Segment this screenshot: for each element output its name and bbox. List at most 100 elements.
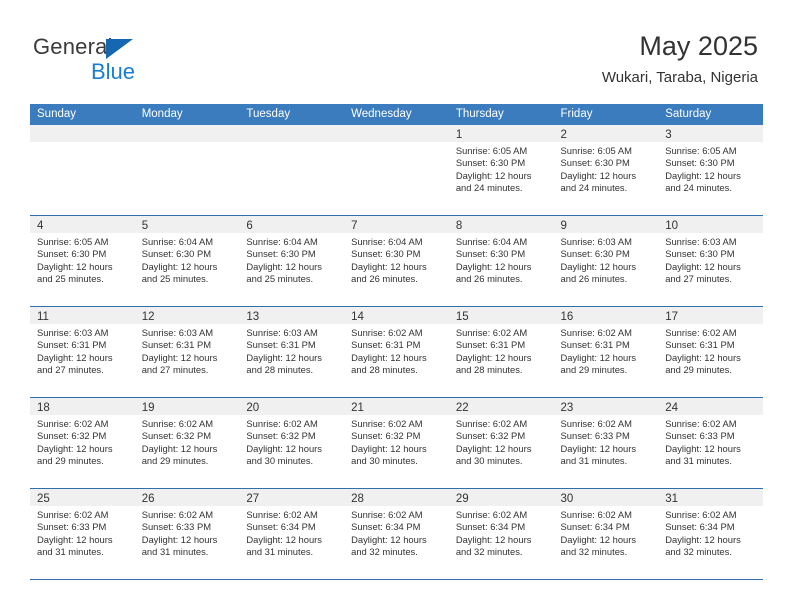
daylight-text-line2: and 24 minutes. xyxy=(455,182,523,194)
day-number: 5 xyxy=(141,220,149,232)
daylight-text-line1: Daylight: 12 hours xyxy=(665,351,741,363)
sun-info: Sunrise: 6:04 AM Sunset: 6:30 PM Daylight:… xyxy=(344,233,449,286)
sun-info: Sunrise: 6:02 AM Sunset: 6:32 PM Daylight:… xyxy=(344,415,449,468)
sunset-text: Sunset: 6:32 PM xyxy=(351,430,421,442)
calendar-day-cell[interactable]: 18 Sunrise: 6:02 AM Sunset: 6:32 PM Dayligh… xyxy=(30,398,135,488)
day-number: 13 xyxy=(246,311,260,323)
calendar-day-cell[interactable]: 14 Sunrise: 6:02 AM Sunset: 6:31 PM Dayligh… xyxy=(344,307,449,397)
page-subtitle: Wukari, Taraba, Nigeria xyxy=(601,69,758,86)
day-number-band: 24 xyxy=(658,398,763,415)
daylight-text-line2: and 32 minutes. xyxy=(665,546,732,558)
sunset-text: Sunset: 6:30 PM xyxy=(560,248,630,260)
calendar-day-cell[interactable]: 8 Sunrise: 6:04 AM Sunset: 6:30 PM Daylight… xyxy=(448,216,554,306)
daylight-text-line2: and 32 minutes. xyxy=(560,546,628,558)
sunset-text: Sunset: 6:30 PM xyxy=(351,248,421,260)
day-number: 9 xyxy=(560,220,567,232)
day-number: 21 xyxy=(351,402,364,414)
sunrise-text: Sunrise: 6:05 AM xyxy=(37,236,109,247)
daylight-text-line2: and 31 minutes. xyxy=(560,455,628,467)
day-number-band: 10 xyxy=(658,216,763,233)
calendar-week-row: 25 Sunrise: 6:02 AM Sunset: 6:33 PM Dayligh… xyxy=(30,488,763,579)
calendar-day-cell[interactable]: 25 Sunrise: 6:02 AM Sunset: 6:33 PM Dayligh… xyxy=(30,489,135,579)
sunset-text: Sunset: 6:31 PM xyxy=(246,339,316,351)
calendar-day-cell[interactable]: 16 Sunrise: 6:02 AM Sunset: 6:31 PM Dayligh… xyxy=(553,307,659,397)
daylight-text-line2: and 31 minutes. xyxy=(37,546,104,558)
calendar-day-cell[interactable]: 28 Sunrise: 6:02 AM Sunset: 6:34 PM Dayligh… xyxy=(344,489,449,579)
sun-info: Sunrise: 6:02 AM Sunset: 6:34 PM Daylight:… xyxy=(344,506,449,559)
calendar-day-cell[interactable]: 5 Sunrise: 6:04 AM Sunset: 6:30 PM Daylight… xyxy=(134,216,240,306)
sunrise-text: Sunrise: 6:05 AM xyxy=(665,145,737,156)
sun-info: Sunrise: 6:02 AM Sunset: 6:31 PM Daylight:… xyxy=(554,324,659,377)
calendar-day-cell[interactable]: 4 Sunrise: 6:05 AM Sunset: 6:30 PM Daylight… xyxy=(30,216,135,306)
sunrise-text: Sunrise: 6:05 AM xyxy=(560,145,632,156)
sunset-text: Sunset: 6:31 PM xyxy=(455,339,526,351)
daylight-text-line1: Daylight: 12 hours xyxy=(37,351,113,363)
sun-info: Sunrise: 6:02 AM Sunset: 6:34 PM Daylight:… xyxy=(554,506,659,559)
calendar-day-cell[interactable]: 24 Sunrise: 6:02 AM Sunset: 6:33 PM Dayligh… xyxy=(658,398,763,488)
calendar-day-cell[interactable]: 2 Sunrise: 6:05 AM Sunset: 6:30 PM Daylight… xyxy=(553,125,659,215)
daylight-text-line1: Daylight: 12 hours xyxy=(37,442,113,454)
brand-logo[interactable]: General Blue xyxy=(33,34,213,86)
calendar-day-cell[interactable]: 15 Sunrise: 6:02 AM Sunset: 6:31 PM Dayligh… xyxy=(448,307,554,397)
calendar-day-cell[interactable]: 31 Sunrise: 6:02 AM Sunset: 6:34 PM Dayligh… xyxy=(658,489,763,579)
daylight-text-line2: and 31 minutes. xyxy=(141,546,209,558)
sun-info: Sunrise: 6:02 AM Sunset: 6:32 PM Daylight:… xyxy=(239,415,344,468)
daylight-text-line2: and 28 minutes. xyxy=(351,364,418,376)
calendar-day-cell[interactable]: 7 Sunrise: 6:04 AM Sunset: 6:30 PM Daylight… xyxy=(344,216,449,306)
day-number-band: 25 xyxy=(30,489,135,506)
calendar-day-cell-empty xyxy=(30,125,135,215)
calendar-day-cell[interactable]: 1 Sunrise: 6:05 AM Sunset: 6:30 PM Daylight… xyxy=(448,125,554,215)
daylight-text-line2: and 25 minutes. xyxy=(37,273,104,285)
calendar-day-cell[interactable]: 29 Sunrise: 6:02 AM Sunset: 6:34 PM Dayligh… xyxy=(448,489,554,579)
weekday-header-sunday: Sunday xyxy=(37,108,77,120)
day-number-band: 23 xyxy=(553,398,659,415)
daylight-text-line1: Daylight: 12 hours xyxy=(560,442,637,454)
daylight-text-line2: and 24 minutes. xyxy=(665,182,732,194)
calendar-day-cell[interactable]: 12 Sunrise: 6:03 AM Sunset: 6:31 PM Dayligh… xyxy=(134,307,240,397)
calendar-weeks: 1 Sunrise: 6:05 AM Sunset: 6:30 PM Daylight… xyxy=(30,125,763,579)
calendar-day-cell[interactable]: 11 Sunrise: 6:03 AM Sunset: 6:31 PM Dayligh… xyxy=(30,307,135,397)
day-number: 2 xyxy=(560,129,567,141)
sunset-text: Sunset: 6:32 PM xyxy=(141,430,212,442)
daylight-text-line1: Daylight: 12 hours xyxy=(141,260,218,272)
sun-info: Sunrise: 6:04 AM Sunset: 6:30 PM Daylight:… xyxy=(449,233,554,286)
sunset-text: Sunset: 6:33 PM xyxy=(665,430,735,442)
sunset-text: Sunset: 6:33 PM xyxy=(37,521,107,533)
sunrise-text: Sunrise: 6:02 AM xyxy=(37,509,109,520)
daylight-text-line1: Daylight: 12 hours xyxy=(455,533,532,545)
calendar-day-cell[interactable]: 6 Sunrise: 6:04 AM Sunset: 6:30 PM Daylight… xyxy=(239,216,345,306)
sunrise-text: Sunrise: 6:02 AM xyxy=(141,509,214,520)
daylight-text-line1: Daylight: 12 hours xyxy=(246,260,322,272)
day-number: 1 xyxy=(455,129,463,141)
sun-info: Sunrise: 6:02 AM Sunset: 6:31 PM Daylight:… xyxy=(344,324,449,377)
day-number: 16 xyxy=(560,311,574,323)
calendar-day-cell[interactable]: 23 Sunrise: 6:02 AM Sunset: 6:33 PM Dayligh… xyxy=(553,398,659,488)
brand-name-general: General xyxy=(33,34,113,59)
calendar-day-cell[interactable]: 21 Sunrise: 6:02 AM Sunset: 6:32 PM Dayligh… xyxy=(344,398,449,488)
calendar-day-cell[interactable]: 3 Sunrise: 6:05 AM Sunset: 6:30 PM Daylight… xyxy=(658,125,763,215)
calendar-day-cell[interactable]: 19 Sunrise: 6:02 AM Sunset: 6:32 PM Dayligh… xyxy=(134,398,240,488)
calendar-day-cell[interactable]: 20 Sunrise: 6:02 AM Sunset: 6:32 PM Dayligh… xyxy=(239,398,345,488)
daylight-text-line1: Daylight: 12 hours xyxy=(665,533,741,545)
day-number-band: 7 xyxy=(344,216,449,233)
calendar-day-cell[interactable]: 27 Sunrise: 6:02 AM Sunset: 6:34 PM Dayligh… xyxy=(239,489,345,579)
calendar-day-cell[interactable]: 9 Sunrise: 6:03 AM Sunset: 6:30 PM Daylight… xyxy=(553,216,659,306)
calendar-day-cell[interactable]: 22 Sunrise: 6:02 AM Sunset: 6:32 PM Dayligh… xyxy=(448,398,554,488)
day-number: 14 xyxy=(351,311,364,323)
sunrise-text: Sunrise: 6:03 AM xyxy=(141,327,214,338)
sunrise-text: Sunrise: 6:03 AM xyxy=(560,236,632,247)
calendar-day-cell[interactable]: 30 Sunrise: 6:02 AM Sunset: 6:34 PM Dayligh… xyxy=(553,489,659,579)
sunrise-text: Sunrise: 6:02 AM xyxy=(351,418,423,429)
page-title: May 2025 xyxy=(639,31,758,61)
day-number: 4 xyxy=(37,220,44,232)
sun-info: Sunrise: 6:02 AM Sunset: 6:34 PM Daylight:… xyxy=(239,506,344,559)
sun-info: Sunrise: 6:04 AM Sunset: 6:30 PM Daylight:… xyxy=(239,233,344,286)
daylight-text-line2: and 29 minutes. xyxy=(141,455,209,467)
calendar-day-cell[interactable]: 10 Sunrise: 6:03 AM Sunset: 6:30 PM Dayligh… xyxy=(658,216,763,306)
day-number-band: 4 xyxy=(30,216,135,233)
daylight-text-line2: and 29 minutes. xyxy=(37,455,104,467)
calendar-day-cell[interactable]: 26 Sunrise: 6:02 AM Sunset: 6:33 PM Dayligh… xyxy=(134,489,240,579)
calendar-day-cell[interactable]: 17 Sunrise: 6:02 AM Sunset: 6:31 PM Dayligh… xyxy=(658,307,763,397)
calendar-day-cell[interactable]: 13 Sunrise: 6:03 AM Sunset: 6:31 PM Dayligh… xyxy=(239,307,345,397)
day-number-band: 15 xyxy=(448,307,554,324)
